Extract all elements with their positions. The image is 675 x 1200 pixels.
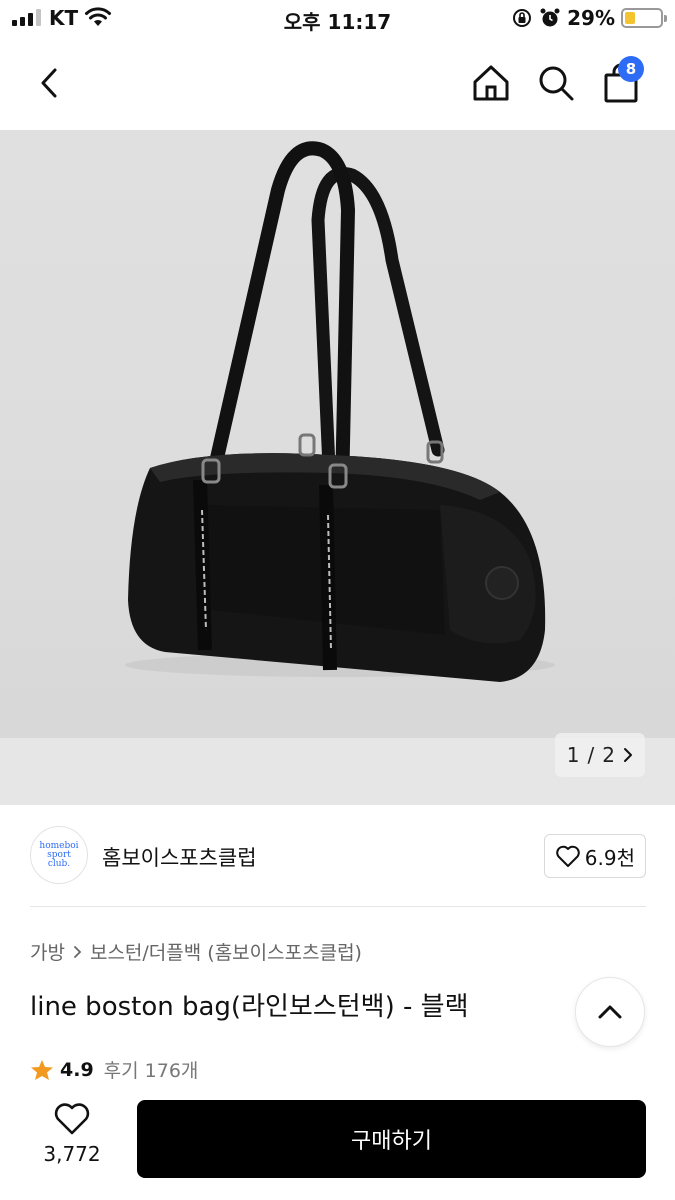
nav-bar: 8 [0,38,675,130]
search-icon [539,66,574,101]
wishlist-button[interactable]: 3,772 [36,1102,108,1182]
brand-like-count: 6.9천 [584,845,635,870]
rating-value: 4.9 [60,1058,94,1081]
brand-logo[interactable]: homeboi sport club. [30,826,88,884]
status-bar: KT 오후 11:17 29% [0,0,675,38]
product-image-gallery[interactable]: 1 / 2 [0,130,675,805]
breadcrumb: 가방 보스턴/더플백 (홈보이스포츠클럽) [30,938,362,965]
brand-name[interactable]: 홈보이스포츠클럽 [102,842,257,872]
pager-total: 2 [602,743,615,767]
home-button[interactable] [466,58,516,108]
brand-logo-line3: club. [47,858,71,869]
home-icon [473,65,509,101]
chevron-right-icon [624,748,632,762]
battery-icon [621,8,667,28]
battery-percent: 29% [567,6,615,30]
pager-current: 1 [566,743,580,767]
search-button[interactable] [531,58,581,108]
bottom-action-bar: 3,772 구매하기 [0,1090,675,1200]
scroll-to-top-button[interactable] [575,977,645,1047]
back-icon [41,68,57,98]
product-title: line boston bag(라인보스턴백) - 블랙 [30,992,469,1022]
heart-icon [555,845,580,867]
alarm-icon [540,8,560,27]
breadcrumb-subcategory[interactable]: 보스턴/더플백 (홈보이스포츠클럽) [90,938,362,965]
breadcrumb-category[interactable]: 가방 [30,938,65,965]
cart-badge: 8 [618,56,644,82]
divider [30,906,646,907]
wishlist-count: 3,772 [43,1142,101,1166]
orientation-lock-icon [513,9,532,27]
pager-separator: / [587,743,595,767]
cart-button[interactable]: 8 [596,56,646,108]
chevron-right-icon [74,945,82,958]
heart-icon [54,1103,90,1135]
brand-row: homeboi sport club. 홈보이스포츠클럽 6.9천 [30,826,646,886]
battery-level [625,12,635,24]
gallery-pager[interactable]: 1 / 2 [554,733,645,777]
back-button[interactable] [25,58,75,108]
review-count: 후기 176개 [103,1060,199,1082]
brand-like-button[interactable]: 6.9천 [543,834,646,878]
product-image [125,141,555,682]
chevron-up-icon [598,1005,622,1019]
rating-row[interactable]: 4.9 후기 176개 [30,1056,198,1083]
buy-button[interactable]: 구매하기 [137,1100,646,1178]
star-icon [31,1059,53,1080]
